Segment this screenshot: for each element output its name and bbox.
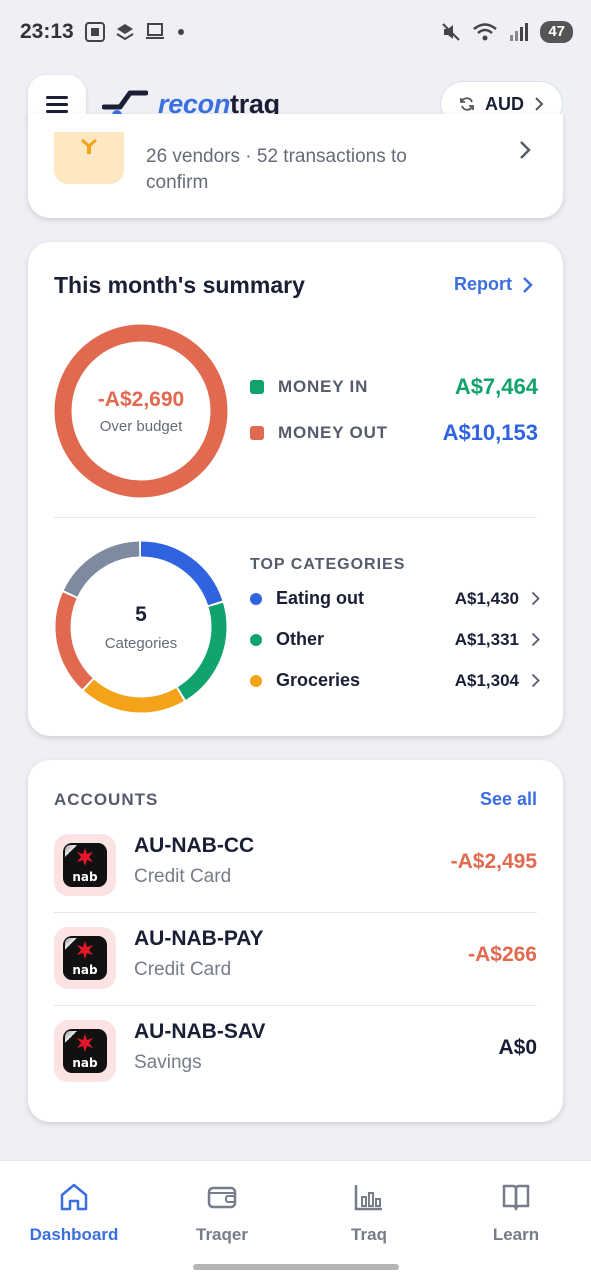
money-in-row: MONEY IN A$7,464: [250, 374, 538, 400]
money-in-swatch: [250, 380, 264, 394]
nav-label: Learn: [492, 1225, 540, 1244]
nav-traqer[interactable]: Traqer: [148, 1183, 296, 1245]
category-amount: A$1,331: [454, 629, 519, 649]
nab-star-icon: [77, 941, 93, 959]
money-in-value: A$7,464: [454, 374, 538, 399]
category-row-groceries[interactable]: Groceries A$1,304: [250, 670, 540, 691]
money-out-value: A$10,153: [442, 420, 538, 445]
chevron-right-icon: [523, 276, 533, 293]
battery-indicator: 47: [540, 21, 573, 43]
over-budget-label: Over budget: [99, 417, 183, 435]
money-out-swatch: [250, 426, 264, 440]
chevron-right-icon: [535, 97, 544, 111]
nab-logo: nab: [54, 927, 116, 989]
chart-icon: [354, 1185, 382, 1211]
categories-label: Categories: [104, 634, 178, 652]
categories-count: 5: [135, 602, 147, 626]
nab-logo-text: nab: [72, 870, 98, 884]
category-amount: A$1,304: [454, 670, 519, 690]
signal-icon: [510, 23, 529, 41]
account-balance: A$0: [498, 1036, 537, 1059]
nav-learn[interactable]: Learn: [442, 1183, 590, 1245]
account-balance: -A$266: [468, 943, 537, 966]
money-in-label: MONEY IN: [278, 377, 369, 396]
nav-dashboard[interactable]: Dashboard: [0, 1183, 148, 1245]
nab-logo: nab: [54, 1020, 116, 1082]
nab-star-icon: [77, 848, 93, 866]
account-type: Credit Card: [134, 866, 232, 887]
currency-label: AUD: [485, 93, 524, 114]
hamburger-icon: [46, 96, 68, 113]
nab-logo-text: nab: [72, 963, 98, 977]
chevron-right-icon: [519, 140, 531, 165]
see-all-link[interactable]: See all: [480, 789, 537, 810]
chevron-right-icon: [531, 673, 540, 688]
category-name: Eating out: [276, 588, 364, 608]
account-type: Savings: [134, 1052, 202, 1073]
store-icon: [54, 132, 124, 184]
over-budget-amount: -A$2,690: [97, 387, 185, 411]
laptop-icon: [145, 23, 164, 39]
category-row-eating-out[interactable]: Eating out A$1,430: [250, 588, 540, 609]
notification-icons: [84, 21, 184, 43]
bottom-navigation: Dashboard Traqer Traq Learn: [0, 1160, 591, 1280]
status-time: 23:13: [20, 20, 74, 43]
category-name: Groceries: [276, 670, 361, 690]
account-type: Credit Card: [134, 959, 232, 980]
dot-icon: [177, 29, 184, 35]
account-name: AU-NAB-CC: [134, 834, 255, 857]
report-label: Report: [454, 274, 512, 294]
nab-logo: nab: [54, 834, 116, 896]
category-dot: [250, 633, 262, 646]
category-name: Other: [276, 629, 325, 649]
account-name: AU-NAB-SAV: [134, 1020, 266, 1043]
chevron-right-icon: [531, 591, 540, 606]
nav-traq[interactable]: Traq: [295, 1183, 443, 1245]
category-amount: A$1,430: [454, 588, 519, 608]
category-dot: [250, 674, 262, 687]
top-categories-title: TOP CATEGORIES: [250, 556, 406, 573]
nab-logo-text: nab: [72, 1056, 98, 1070]
nav-label: Traqer: [196, 1225, 248, 1244]
vendors-to-confirm-card[interactable]: 26 vendors · 52 transactions to confirm: [28, 114, 563, 218]
category-row-other[interactable]: Other A$1,331: [250, 629, 540, 650]
nav-label: Dashboard: [29, 1225, 119, 1244]
budget-center: -A$2,690 Over budget: [54, 324, 228, 498]
layers-icon: [116, 24, 134, 41]
vendors-summary-text: 26 vendors · 52 transactions to confirm: [146, 146, 407, 193]
account-name: AU-NAB-PAY: [134, 927, 264, 950]
nab-star-icon: [77, 1034, 93, 1052]
account-row[interactable]: nab AU-NAB-PAY Credit Card -A$266: [54, 913, 537, 1006]
wifi-icon: [473, 23, 498, 41]
account-row[interactable]: nab AU-NAB-CC Credit Card -A$2,495: [54, 820, 537, 913]
screenshot-icon: [84, 22, 105, 42]
account-balance: -A$2,495: [450, 850, 537, 873]
home-icon: [60, 1183, 88, 1211]
category-dot: [250, 592, 262, 605]
book-icon: [502, 1184, 530, 1211]
mute-icon: [442, 23, 461, 41]
nav-label: Traq: [351, 1225, 387, 1244]
money-out-label: MONEY OUT: [278, 423, 388, 442]
categories-center: 5 Categories: [54, 540, 228, 714]
report-link[interactable]: Report: [454, 274, 533, 295]
account-row[interactable]: nab AU-NAB-SAV Savings A$0: [54, 1006, 537, 1099]
home-indicator[interactable]: [193, 1264, 399, 1270]
summary-title: This month's summary: [54, 272, 305, 298]
monthly-summary-card: This month's summary Report -A$2,690 Ove…: [28, 242, 563, 736]
summary-divider: [54, 517, 537, 518]
money-out-row: MONEY OUT A$10,153: [250, 420, 538, 446]
accounts-title: ACCOUNTS: [54, 790, 159, 809]
chevron-right-icon: [531, 632, 540, 647]
refresh-icon: [460, 97, 474, 111]
wallet-icon: [207, 1186, 237, 1209]
status-bar: 23:13 47: [0, 0, 591, 64]
accounts-card: ACCOUNTS See all nab AU-NAB-CC Credit Ca…: [28, 760, 563, 1122]
